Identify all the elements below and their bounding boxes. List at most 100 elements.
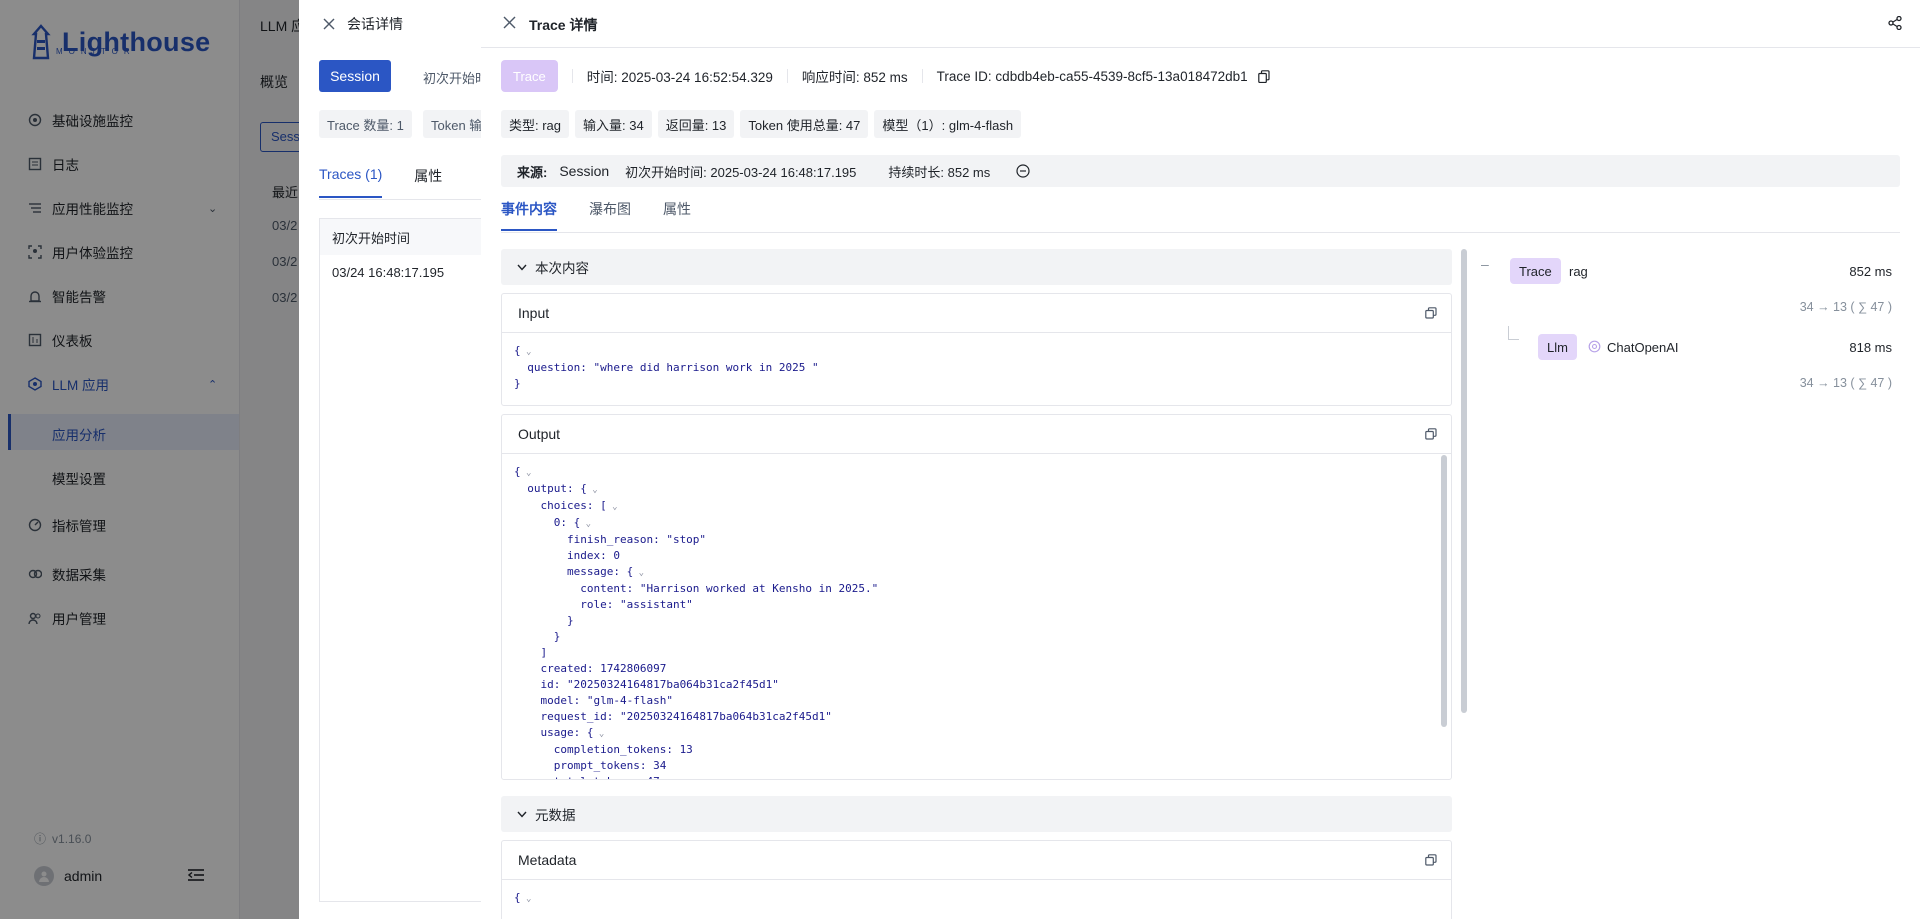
fold-icon[interactable]: ⌄ (580, 519, 591, 529)
tab-attributes[interactable]: 属性 (414, 166, 442, 186)
tab-traces[interactable]: Traces (1) (319, 166, 383, 198)
output-title: Output (518, 426, 561, 442)
fold-icon[interactable]: ⌄ (593, 729, 604, 739)
code-line: role: "assistant" (514, 598, 693, 611)
first-start-time: 初次开始时间: 2025-03-24 16:48:17.195 (625, 164, 857, 180)
input-title: Input (518, 305, 550, 321)
openai-icon (1588, 340, 1601, 353)
trace-drawer: Trace 详情 Trace 时间: 2025-03-24 16:52:54.3… (481, 0, 1920, 919)
chevron-down-icon (517, 811, 527, 818)
traces-table: 初次开始时间 03/24 16:48:17.195 (319, 218, 481, 902)
tree-trace-tokens: 34 → 13 ( ∑ 47 ) (1799, 300, 1892, 314)
input-card: Input { ⌄ question: "where did harrison … (501, 293, 1452, 406)
code-line: content: "Harrison worked at Kensho in 2… (514, 582, 879, 595)
session-button[interactable]: Session (319, 60, 391, 92)
code-line: } (514, 377, 521, 390)
metadata-card: Metadata { ⌄ (501, 840, 1452, 919)
trace-badge: Trace (501, 60, 558, 92)
fold-icon[interactable]: ⌄ (633, 568, 644, 578)
divider (786, 69, 788, 83)
scrollbar[interactable] (1461, 249, 1467, 713)
fold-icon[interactable]: ⌄ (521, 468, 531, 478)
code-line: } (514, 630, 561, 643)
divider (571, 69, 573, 83)
trace-count-tag: Trace 数量: 1 (319, 110, 412, 138)
session-drawer-title: 会话详情 (347, 16, 403, 32)
share-icon[interactable] (1888, 16, 1902, 30)
code-line: { ⌄ (514, 465, 532, 478)
copy-icon[interactable] (1425, 854, 1437, 866)
tree-connector (1508, 326, 1519, 340)
output-count-tag: 返回量: 13 (657, 110, 735, 138)
fold-icon[interactable]: ⌄ (607, 502, 617, 512)
trace-time: 时间: 2025-03-24 16:52:54.329 (586, 70, 773, 85)
tree-trace-name[interactable]: rag (1569, 264, 1588, 279)
code-line: } (514, 614, 574, 627)
trace-summary: Trace 时间: 2025-03-24 16:52:54.329 响应时间: … (501, 60, 1270, 92)
section-current-content[interactable]: 本次内容 (501, 249, 1452, 285)
code-line: ] (514, 646, 548, 659)
session-tabs: Traces (1) 属性 (319, 166, 442, 198)
trace-drawer-title: Trace 详情 (529, 17, 598, 33)
tab-events[interactable]: 事件内容 (501, 199, 557, 231)
tree-llm-duration: 818 ms (1849, 340, 1892, 355)
trace-id: Trace ID: cdbdb4eb-ca55-4539-8cf5-13a018… (936, 68, 1248, 84)
code-line: prompt_tokens: 34 (514, 759, 667, 772)
table-header: 初次开始时间 (320, 219, 481, 255)
code-line: { ⌄ (514, 344, 532, 357)
code-line: request_id: "20250324164817ba064b31ca2f4… (514, 710, 832, 723)
source-label: 来源: (517, 164, 548, 180)
model-tag: 模型（1）: glm-4-flash (874, 110, 1022, 138)
tree-llm-name[interactable]: ChatOpenAI (1607, 340, 1679, 355)
chevron-down-icon (517, 264, 527, 271)
output-json: { ⌄ output: { ⌄ choices: [ ⌄ 0: { ⌄ fini… (502, 454, 1451, 779)
code-line: finish_reason: "stop" (514, 533, 707, 546)
source-bar: 来源: Session 初次开始时间: 2025-03-24 16:48:17.… (501, 155, 1900, 187)
section-title: 本次内容 (535, 261, 589, 276)
trace-tags: 类型: rag 输入量: 34 返回量: 13 Token 使用总量: 47 模… (501, 110, 1022, 138)
output-card: Output { ⌄ output: { ⌄ choices: [ ⌄ 0: {… (501, 414, 1452, 780)
scrollbar[interactable] (1441, 455, 1447, 727)
code-line: index: 0 (514, 549, 620, 562)
copy-icon[interactable] (1425, 307, 1437, 319)
code-line: message: { ⌄ (514, 565, 645, 578)
code-line: completion_tokens: 13 (514, 743, 693, 756)
session-drawer-header: 会话详情 (323, 14, 403, 34)
code-line: model: "glm-4-flash" (514, 694, 673, 707)
source-value[interactable]: Session (559, 163, 609, 179)
section-title: 元数据 (535, 808, 576, 823)
code-line: total_tokens: 47 (514, 774, 1439, 779)
code-line: usage: { ⌄ (514, 726, 605, 739)
code-line: output: { ⌄ (514, 482, 598, 495)
tree-trace-badge: Trace (1510, 258, 1561, 284)
divider (921, 69, 923, 83)
trace-response-time: 响应时间: 852 ms (801, 70, 908, 85)
copy-icon[interactable] (1425, 428, 1437, 440)
collapse-tree-icon[interactable]: – (1481, 256, 1489, 272)
metadata-title: Metadata (518, 852, 577, 868)
metadata-json: { ⌄ (502, 880, 1451, 917)
code-line: id: "20250324164817ba064b31ca2f45d1" (514, 678, 779, 691)
tree-llm-tokens: 34 → 13 ( ∑ 47 ) (1799, 376, 1892, 390)
code-line: question: "where did harrison work in 20… (514, 361, 819, 374)
token-total-tag: Token 使用总量: 47 (740, 110, 869, 138)
tab-waterfall[interactable]: 瀑布图 (589, 199, 631, 219)
close-icon[interactable] (323, 18, 335, 30)
copy-icon[interactable] (1257, 69, 1270, 83)
section-metadata[interactable]: 元数据 (501, 796, 1452, 832)
fold-icon[interactable]: ⌄ (587, 485, 597, 495)
divider (501, 232, 1900, 233)
session-drawer: 会话详情 Session 初次开始时 Trace 数量: 1 Token 输 T… (299, 0, 481, 919)
code-line: 0: { ⌄ (514, 516, 592, 529)
fold-icon[interactable]: ⌄ (521, 347, 531, 357)
table-row[interactable]: 03/24 16:48:17.195 (332, 265, 444, 280)
more-icon[interactable] (1016, 164, 1030, 178)
code-line: choices: [ ⌄ (514, 499, 618, 512)
divider (319, 199, 481, 200)
session-start-label: 初次开始时 (423, 71, 481, 86)
duration: 持续时长: 852 ms (888, 164, 991, 180)
fold-icon[interactable]: ⌄ (521, 894, 531, 904)
tab-attributes[interactable]: 属性 (663, 199, 691, 219)
close-icon[interactable] (503, 16, 516, 29)
code-line: { ⌄ (514, 891, 532, 904)
